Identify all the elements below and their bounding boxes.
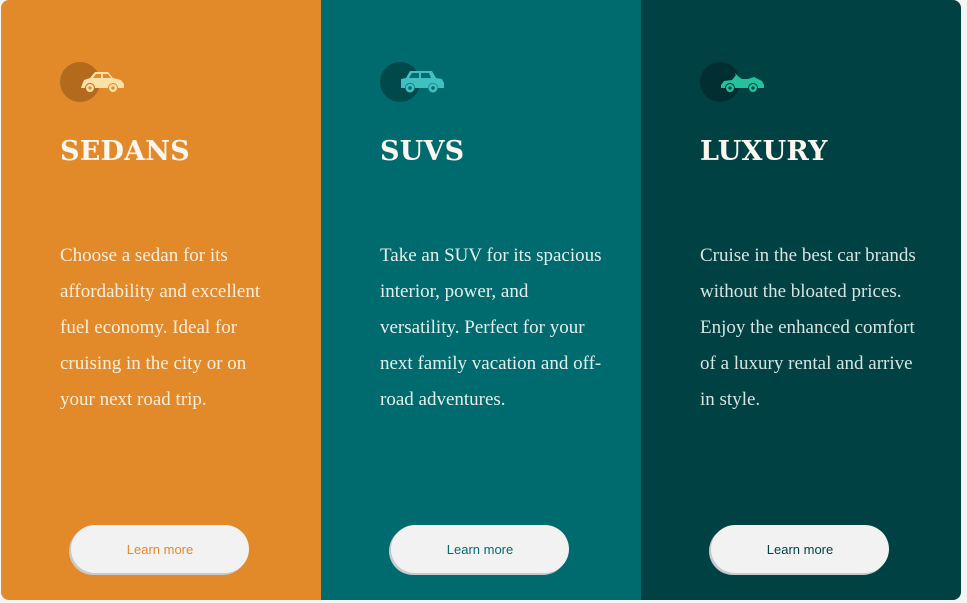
learn-more-button[interactable]: Learn more (711, 525, 889, 573)
card-suvs: SUVS Take an SUV for its spacious interi… (321, 0, 641, 600)
card-title: SEDANS (60, 136, 190, 167)
card-luxury: LUXURY Cruise in the best car brands wit… (641, 0, 961, 600)
learn-more-button[interactable]: Learn more (71, 525, 249, 573)
sedan-car-icon-graphic (81, 72, 124, 92)
card-description: Cruise in the best car brands without th… (700, 245, 916, 410)
luxury-car-icon-graphic (721, 73, 764, 92)
luxury-car-icon (700, 62, 770, 102)
card-title: SUVS (380, 136, 465, 167)
sedan-car-icon (60, 62, 130, 102)
card-title: LUXURY (700, 136, 828, 167)
car-category-cards: SEDANS Choose a sedan for its affordabil… (1, 0, 961, 600)
suv-car-icon-graphic (401, 71, 444, 93)
suv-car-icon (380, 62, 450, 102)
card-sedans: SEDANS Choose a sedan for its affordabil… (1, 0, 321, 600)
card-description: Choose a sedan for its affordability and… (60, 245, 261, 410)
card-description: Take an SUV for its spacious interior, p… (380, 245, 602, 410)
learn-more-button[interactable]: Learn more (391, 525, 569, 573)
